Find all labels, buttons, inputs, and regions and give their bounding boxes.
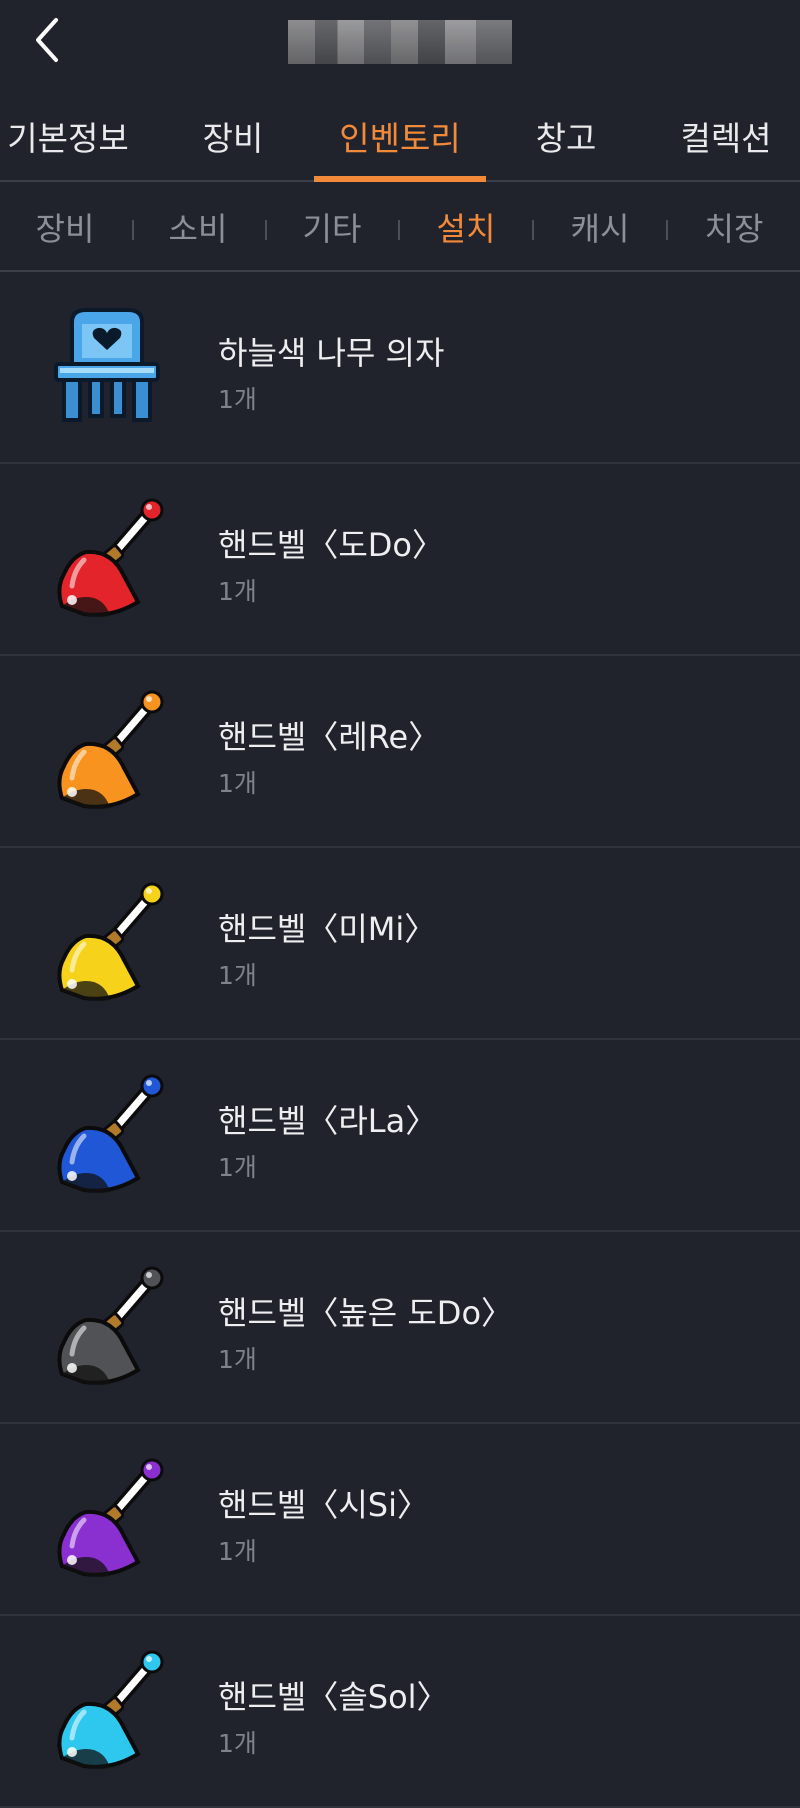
- item-count: 1개: [218, 577, 257, 606]
- list-item[interactable]: 핸드벨〈시Si〉 1개: [0, 1424, 800, 1616]
- black-bell-icon: [42, 1262, 172, 1392]
- item-name: 핸드벨〈도Do〉: [218, 526, 444, 564]
- item-count: 1개: [218, 769, 257, 798]
- item-count: 1개: [218, 1153, 257, 1182]
- top-bar: [0, 0, 800, 88]
- item-count: 1개: [218, 385, 257, 414]
- subtab-equip[interactable]: 장비: [36, 204, 95, 250]
- item-name: 핸드벨〈시Si〉: [218, 1486, 429, 1524]
- item-name: 핸드벨〈미Mi〉: [218, 910, 437, 948]
- chevron-left-icon: [36, 18, 58, 62]
- subtab-decoration[interactable]: 치장: [705, 204, 764, 250]
- list-item[interactable]: 핸드벨〈도Do〉 1개: [0, 464, 800, 656]
- item-name: 핸드벨〈솔Sol〉: [218, 1678, 449, 1716]
- purple-bell-icon: [42, 1454, 172, 1584]
- item-list: 하늘색 나무 의자 1개 핸드벨〈도Do〉 1개 핸드벨〈레Re〉 1개 핸드벨…: [0, 272, 800, 1808]
- divider: [666, 220, 668, 240]
- item-name: 핸드벨〈레Re〉: [218, 718, 441, 756]
- list-item[interactable]: 핸드벨〈레Re〉 1개: [0, 656, 800, 848]
- main-tab-bar: 기본정보 장비 인벤토리 창고 컬렉션: [0, 88, 800, 182]
- item-count: 1개: [218, 1729, 257, 1758]
- subtab-etc[interactable]: 기타: [303, 204, 362, 250]
- sky-blue-chair-icon: [42, 302, 172, 432]
- list-item[interactable]: 핸드벨〈라La〉 1개: [0, 1040, 800, 1232]
- subtab-setup[interactable]: 설치: [437, 204, 496, 250]
- divider: [398, 220, 400, 240]
- back-button[interactable]: [28, 14, 72, 66]
- tab-equipment[interactable]: 장비: [203, 112, 264, 160]
- item-name: 하늘색 나무 의자: [218, 334, 445, 372]
- subtab-use[interactable]: 소비: [169, 204, 228, 250]
- divider: [532, 220, 534, 240]
- list-item[interactable]: 핸드벨〈높은 도Do〉 1개: [0, 1232, 800, 1424]
- item-name: 핸드벨〈라La〉: [218, 1102, 438, 1140]
- item-count: 1개: [218, 1345, 257, 1374]
- red-bell-icon: [42, 494, 172, 624]
- tab-storage[interactable]: 창고: [536, 112, 597, 160]
- item-name: 핸드벨〈높은 도Do〉: [218, 1294, 514, 1332]
- cyan-bell-icon: [42, 1646, 172, 1776]
- item-count: 1개: [218, 961, 257, 990]
- blurred-title: [288, 20, 512, 64]
- subtab-cash[interactable]: 캐시: [571, 204, 630, 250]
- blue-bell-icon: [42, 1070, 172, 1200]
- orange-bell-icon: [42, 686, 172, 816]
- list-item[interactable]: 하늘색 나무 의자 1개: [0, 272, 800, 464]
- inventory-category-bar: 장비 소비 기타 설치 캐시 치장: [0, 182, 800, 272]
- divider: [265, 220, 267, 240]
- tab-basic-info[interactable]: 기본정보: [7, 112, 128, 160]
- list-item[interactable]: 핸드벨〈솔Sol〉 1개: [0, 1616, 800, 1808]
- list-item[interactable]: 핸드벨〈미Mi〉 1개: [0, 848, 800, 1040]
- tab-inventory[interactable]: 인벤토리: [339, 112, 460, 160]
- tab-collection[interactable]: 컬렉션: [680, 112, 771, 160]
- item-count: 1개: [218, 1537, 257, 1566]
- yellow-bell-icon: [42, 878, 172, 1008]
- divider: [132, 220, 134, 240]
